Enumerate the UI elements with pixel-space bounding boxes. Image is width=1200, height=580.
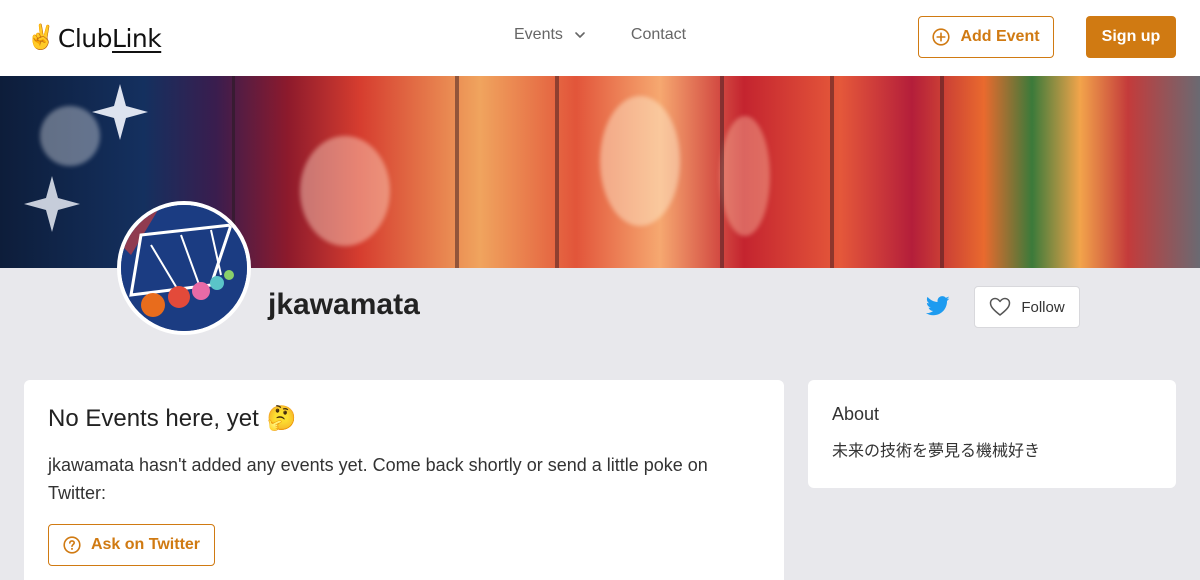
events-card-title-text: No Events here, yet	[48, 404, 259, 432]
thinking-face-icon: 🤔	[266, 405, 297, 432]
clublink-logo[interactable]: ✌️ ClubLink	[26, 20, 162, 56]
follow-label: Follow	[1021, 298, 1065, 316]
about-card: About 未来の技術を夢見る機械好き	[808, 380, 1176, 488]
logo-text-club: Club	[57, 23, 113, 53]
profile-username: jkawamata	[268, 288, 420, 321]
ask-on-twitter-label: Ask on Twitter	[90, 536, 201, 553]
nav-events-label: Events	[514, 26, 563, 43]
heart-icon	[990, 297, 1011, 316]
about-title: About	[832, 404, 880, 424]
avatar	[117, 201, 251, 335]
plus-circle-icon	[932, 28, 951, 46]
chevron-down-icon	[573, 28, 587, 42]
sign-up-button[interactable]: Sign up	[1086, 16, 1176, 58]
nav-contact-link[interactable]: Contact	[631, 26, 686, 44]
twitter-icon[interactable]	[925, 295, 950, 317]
follow-button[interactable]: Follow	[974, 286, 1080, 328]
logo-text: ClubLink	[57, 23, 162, 53]
events-card: No Events here, yet 🤔 jkawamata hasn't a…	[24, 380, 784, 580]
main-nav: Events Contact	[514, 26, 686, 44]
question-circle-icon	[63, 536, 81, 554]
ask-on-twitter-button[interactable]: Ask on Twitter	[48, 524, 215, 566]
site-header: ✌️ ClubLink Events Contact Add Event Sig…	[0, 0, 1200, 76]
add-event-button[interactable]: Add Event	[918, 16, 1054, 58]
add-event-label: Add Event	[960, 28, 1040, 45]
events-card-message: jkawamata hasn't added any events yet. C…	[48, 455, 708, 503]
victory-hand-icon: ✌️	[26, 24, 56, 51]
nav-events-dropdown[interactable]: Events	[514, 26, 587, 44]
logo-text-link: Link	[112, 23, 162, 53]
events-card-title: No Events here, yet 🤔	[48, 404, 760, 433]
about-text: 未来の技術を夢見る機械好き	[832, 443, 1041, 460]
